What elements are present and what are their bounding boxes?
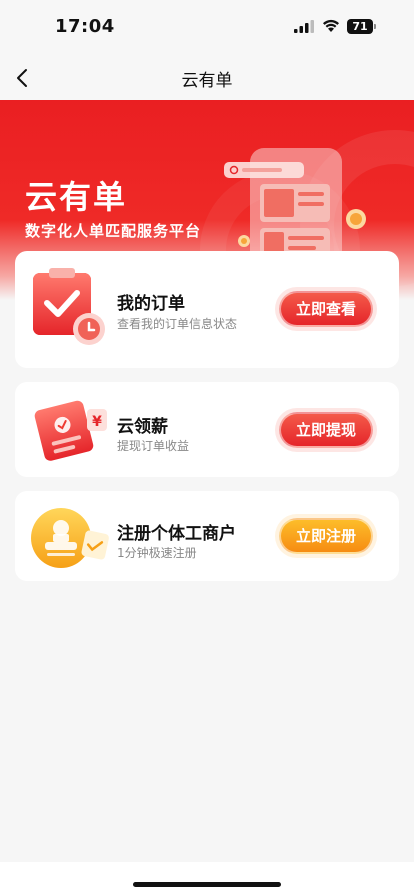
status-bar: 17:04 71: [0, 0, 414, 56]
hero-subtitle: 数字化人单匹配服务平台: [25, 222, 202, 240]
clipboard-check-icon: [33, 268, 105, 345]
wifi-icon: [323, 19, 339, 32]
page-title: 云有单: [181, 71, 233, 91]
status-time: 17:04: [55, 16, 115, 37]
stamp-icon: [31, 508, 109, 568]
battery-icon: 71: [347, 19, 377, 34]
svg-text:¥: ¥: [92, 414, 102, 430]
card-title: 我的订单: [117, 294, 185, 314]
card-title: 云领薪: [117, 417, 168, 437]
cellular-signal-icon: [294, 20, 314, 33]
register-button[interactable]: 立即注册: [279, 518, 373, 554]
my-orders-card[interactable]: 我的订单 查看我的订单信息状态 立即查看: [15, 251, 399, 368]
nav-bar: 云有单: [0, 56, 414, 100]
withdraw-button[interactable]: 立即提现: [279, 412, 373, 448]
yuan-document-icon: ¥: [34, 400, 107, 461]
view-orders-button[interactable]: 立即查看: [279, 291, 373, 327]
card-title: 注册个体工商户: [117, 524, 236, 544]
salary-card[interactable]: ¥ 云领薪 提现订单收益 立即提现: [15, 382, 399, 477]
card-description: 1分钟极速注册: [117, 546, 197, 560]
home-indicator[interactable]: [133, 882, 281, 887]
hero-title: 云有单: [25, 178, 128, 216]
bottom-bar: [0, 862, 414, 896]
register-business-card[interactable]: 注册个体工商户 1分钟极速注册 立即注册: [15, 491, 399, 581]
battery-level: 71: [352, 20, 368, 33]
card-description: 查看我的订单信息状态: [117, 317, 238, 331]
card-description: 提现订单收益: [117, 439, 190, 453]
